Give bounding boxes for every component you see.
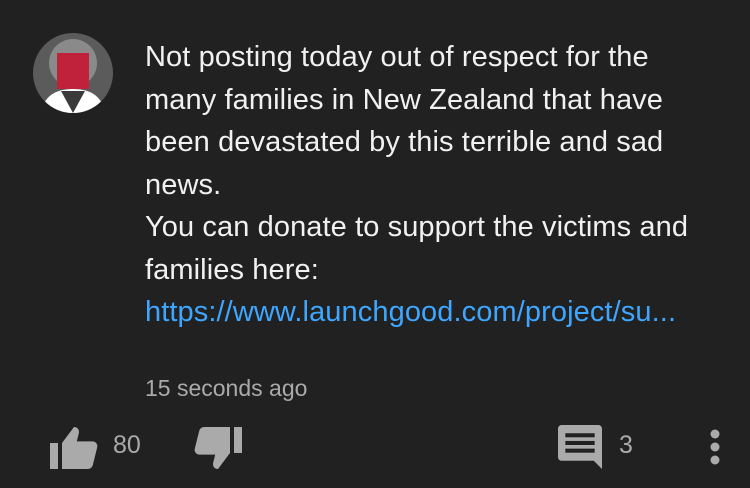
comment-text: Not posting today out of respect for the… bbox=[145, 41, 664, 201]
comment-body: Not posting today out of respect for the… bbox=[145, 36, 725, 334]
comment-icon bbox=[558, 425, 602, 469]
thumbs-up-icon bbox=[50, 427, 98, 469]
reply-count: 3 bbox=[619, 431, 633, 459]
more-vertical-icon bbox=[710, 429, 720, 465]
more-options-button[interactable] bbox=[703, 425, 727, 469]
reply-button[interactable] bbox=[557, 424, 603, 470]
avatar[interactable] bbox=[33, 33, 113, 113]
comment-text-donate: You can donate to support the victims an… bbox=[145, 211, 689, 286]
like-count: 80 bbox=[113, 431, 141, 459]
donation-link[interactable]: https://www.launchgood.com/project/su... bbox=[145, 291, 705, 334]
comment-actions: 80 3 bbox=[0, 420, 750, 475]
thumbs-down-icon bbox=[194, 427, 242, 469]
dislike-button[interactable] bbox=[192, 425, 244, 471]
avatar-icon bbox=[33, 33, 113, 113]
comment-timestamp: 15 seconds ago bbox=[145, 375, 308, 401]
like-button[interactable] bbox=[48, 425, 100, 471]
